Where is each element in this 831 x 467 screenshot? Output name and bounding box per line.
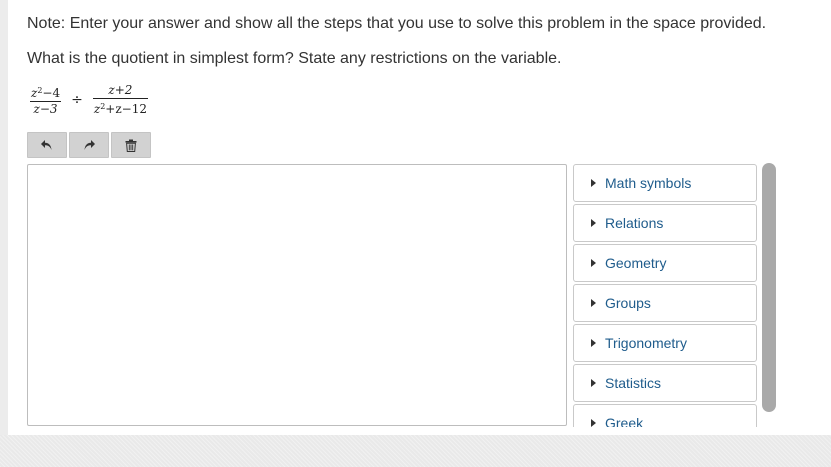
symbol-palette: Math symbols Relations Geometry Groups T… bbox=[573, 164, 758, 427]
expand-triangle-icon bbox=[591, 179, 596, 187]
palette-item-label: Trigonometry bbox=[605, 335, 687, 351]
palette-item-label: Greek bbox=[605, 415, 644, 427]
answer-editor[interactable] bbox=[27, 164, 567, 426]
expand-triangle-icon bbox=[591, 259, 596, 267]
palette-item-math-symbols[interactable]: Math symbols bbox=[573, 164, 757, 202]
first-fraction-denominator: z−3 bbox=[33, 102, 58, 116]
palette-item-label: Math symbols bbox=[605, 175, 692, 191]
palette-item-relations[interactable]: Relations bbox=[573, 204, 757, 242]
second-fraction: z+2 z2+z−12 bbox=[92, 83, 148, 116]
palette-item-label: Statistics bbox=[605, 375, 662, 391]
math-expression: z2−4 z−3 ÷ z+2 z2+z−12 bbox=[30, 82, 148, 118]
undo-button[interactable] bbox=[27, 132, 67, 158]
fraction-bar bbox=[92, 98, 148, 99]
first-fraction-numerator: z2−4 bbox=[31, 86, 61, 100]
division-operator: ÷ bbox=[71, 92, 83, 108]
palette-item-greek[interactable]: Greek bbox=[573, 404, 757, 427]
second-fraction-numerator: z+2 bbox=[108, 83, 133, 97]
redo-button[interactable] bbox=[69, 132, 109, 158]
palette-item-geometry[interactable]: Geometry bbox=[573, 244, 757, 282]
expand-triangle-icon bbox=[591, 419, 596, 427]
first-fraction: z2−4 z−3 bbox=[30, 84, 62, 116]
page-background-strip bbox=[0, 435, 831, 467]
palette-item-label: Groups bbox=[605, 295, 651, 311]
trash-icon bbox=[125, 139, 137, 152]
delete-button[interactable] bbox=[111, 132, 151, 158]
palette-item-statistics[interactable]: Statistics bbox=[573, 364, 757, 402]
undo-arrow-icon bbox=[41, 140, 52, 150]
editor-toolbar bbox=[27, 132, 151, 158]
question-text: What is the quotient in simplest form? S… bbox=[27, 50, 562, 67]
redo-arrow-icon bbox=[84, 140, 95, 150]
palette-item-trigonometry[interactable]: Trigonometry bbox=[573, 324, 757, 362]
expand-triangle-icon bbox=[591, 379, 596, 387]
palette-item-label: Relations bbox=[605, 215, 664, 231]
palette-item-label: Geometry bbox=[605, 255, 667, 271]
instruction-note: Note: Enter your answer and show all the… bbox=[27, 15, 767, 32]
second-fraction-denominator: z2+z−12 bbox=[93, 102, 147, 116]
expand-triangle-icon bbox=[591, 299, 596, 307]
expand-triangle-icon bbox=[591, 219, 596, 227]
palette-scrollbar[interactable] bbox=[762, 163, 776, 412]
palette-item-groups[interactable]: Groups bbox=[573, 284, 757, 322]
expand-triangle-icon bbox=[591, 339, 596, 347]
